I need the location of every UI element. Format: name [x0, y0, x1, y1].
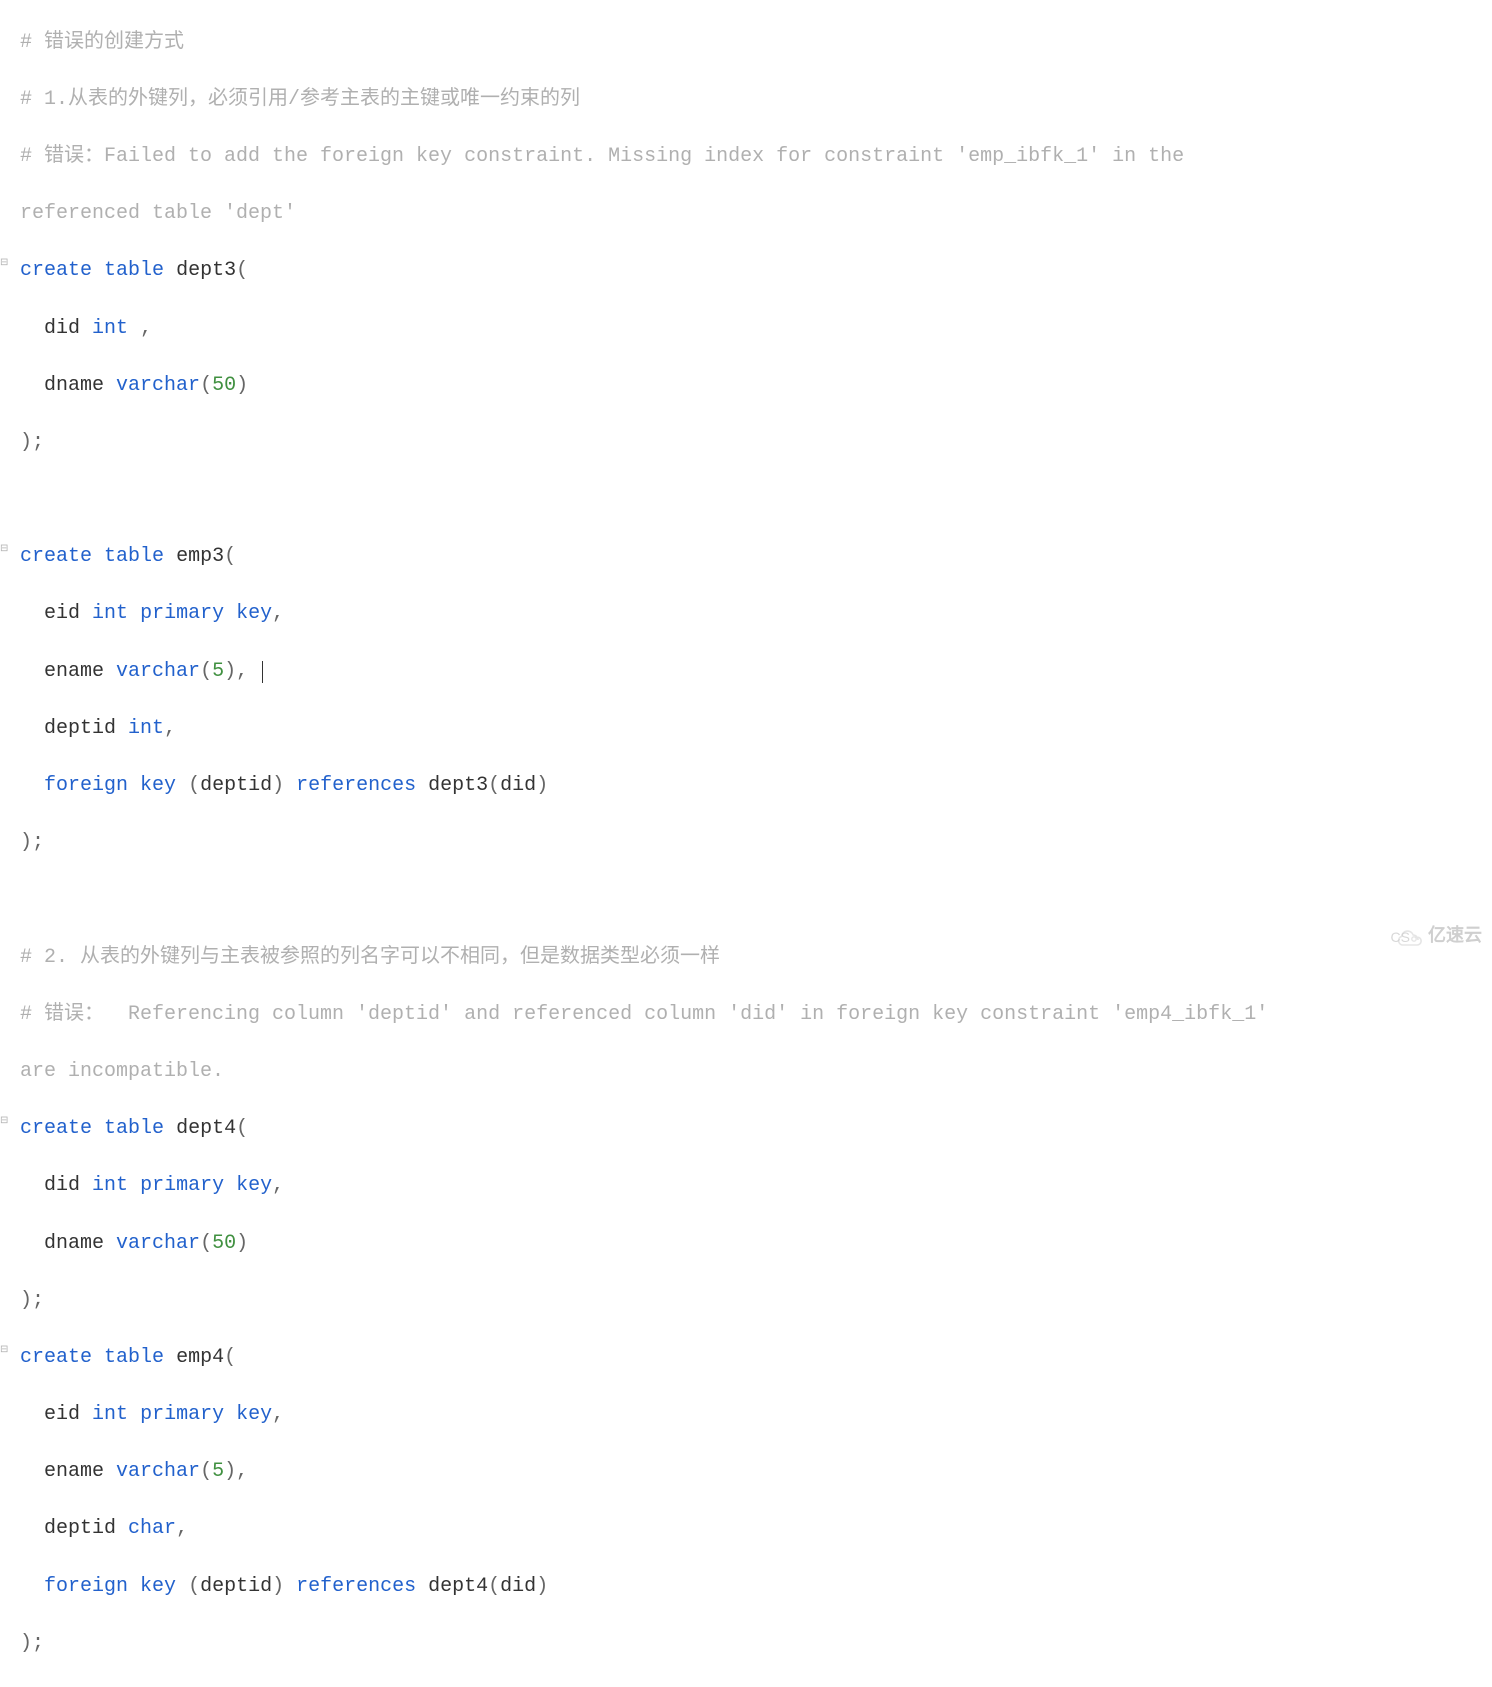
code-line: ); — [8, 829, 1492, 858]
cloud-icon — [1396, 926, 1424, 946]
type: int — [92, 1174, 128, 1197]
comment-text: # 2. 从表的外键列与主表被参照的列名字可以不相同，但是数据类型必须一样 — [8, 946, 720, 969]
code-line: # 错误： Referencing column 'deptid' and re… — [8, 1001, 1492, 1030]
comment-text: # 1.从表的外键列，必须引用/参考主表的主键或唯一约束的列 — [8, 88, 580, 111]
keyword: foreign — [44, 774, 128, 797]
keyword: create — [20, 1117, 92, 1140]
keyword: primary — [140, 1403, 224, 1426]
type: varchar — [116, 660, 200, 683]
type: varchar — [116, 1460, 200, 1483]
identifier: emp4 — [176, 1346, 224, 1369]
identifier: dept4 — [176, 1117, 236, 1140]
keyword: table — [104, 545, 164, 568]
code-line: ); — [8, 1287, 1492, 1316]
fold-marker-icon[interactable]: ⊟ — [0, 1115, 8, 1129]
code-line: ⊟ create table emp3( — [8, 543, 1492, 572]
punct: , — [128, 317, 152, 340]
keyword: primary — [140, 602, 224, 625]
identifier: ename — [44, 1460, 104, 1483]
code-line: are incompatible. — [8, 1058, 1492, 1087]
keyword: primary — [140, 1174, 224, 1197]
brand-watermark: 亿速云 — [1396, 923, 1482, 949]
keyword: table — [104, 1117, 164, 1140]
keyword: key — [140, 774, 176, 797]
comment-text: # 错误的创建方式 — [8, 31, 184, 54]
code-line: ⊟ create table emp4( — [8, 1344, 1492, 1373]
type: varchar — [116, 1232, 200, 1255]
code-line: ); — [8, 1630, 1492, 1659]
keyword: key — [236, 1403, 272, 1426]
comment-text: # 错误：Failed to add the foreign key const… — [8, 145, 1196, 168]
identifier: deptid — [44, 717, 116, 740]
code-line: foreign key (deptid) references dept4(di… — [8, 1573, 1492, 1602]
code-line: deptid int, — [8, 715, 1492, 744]
code-line: deptid char, — [8, 1515, 1492, 1544]
keyword: create — [20, 1346, 92, 1369]
text-cursor — [262, 661, 263, 683]
identifier: deptid — [44, 1517, 116, 1540]
punct: ( — [236, 259, 248, 282]
code-line: # 2. 从表的外键列与主表被参照的列名字可以不相同，但是数据类型必须一样 — [8, 944, 1492, 973]
code-line: ename varchar(5), — [8, 1458, 1492, 1487]
code-line: dname varchar(50) — [8, 1230, 1492, 1259]
number: 5 — [212, 1460, 224, 1483]
keyword: foreign — [44, 1575, 128, 1598]
keyword: table — [104, 259, 164, 282]
type: int — [92, 602, 128, 625]
type: char — [128, 1517, 176, 1540]
type: int — [92, 317, 128, 340]
fold-marker-icon[interactable]: ⊟ — [0, 257, 8, 271]
code-line: foreign key (deptid) references dept3(di… — [8, 772, 1492, 801]
type: int — [92, 1403, 128, 1426]
identifier: dname — [44, 1232, 104, 1255]
keyword: key — [236, 1174, 272, 1197]
code-line: dname varchar(50) — [8, 372, 1492, 401]
number: 5 — [212, 660, 224, 683]
brand-watermark-text: 亿速云 — [1428, 923, 1482, 949]
keyword: create — [20, 545, 92, 568]
code-line: ⊟ create table dept4( — [8, 1115, 1492, 1144]
keyword: references — [296, 774, 416, 797]
code-line: did int primary key, — [8, 1172, 1492, 1201]
keyword: table — [104, 1346, 164, 1369]
keyword: key — [140, 1575, 176, 1598]
identifier: dept3 — [176, 259, 236, 282]
code-line: eid int primary key, — [8, 1401, 1492, 1430]
identifier: eid — [44, 1403, 80, 1426]
code-editor[interactable]: # 错误的创建方式 # 1.从表的外键列，必须引用/参考主表的主键或唯一约束的列… — [0, 0, 1492, 1687]
identifier: eid — [44, 602, 80, 625]
type: varchar — [116, 374, 200, 397]
code-line: ename varchar(5), — [8, 658, 1492, 687]
code-line: did int , — [8, 315, 1492, 344]
code-line — [8, 486, 1492, 515]
code-line: # 1.从表的外键列，必须引用/参考主表的主键或唯一约束的列 — [8, 86, 1492, 115]
code-line: eid int primary key, — [8, 600, 1492, 629]
fold-marker-icon[interactable]: ⊟ — [0, 1344, 8, 1358]
identifier: dname — [44, 374, 104, 397]
comment-text: are incompatible. — [8, 1060, 224, 1083]
number: 50 — [212, 374, 236, 397]
code-line — [8, 886, 1492, 915]
comment-text: # 错误： Referencing column 'deptid' and re… — [8, 1003, 1280, 1026]
keyword: key — [236, 602, 272, 625]
code-line: referenced table 'dept' — [8, 200, 1492, 229]
identifier: emp3 — [176, 545, 224, 568]
code-line: ); — [8, 429, 1492, 458]
code-line: # 错误：Failed to add the foreign key const… — [8, 143, 1492, 172]
punct: ); — [8, 431, 44, 454]
fold-marker-icon[interactable]: ⊟ — [0, 543, 8, 557]
comment-text: referenced table 'dept' — [8, 202, 296, 225]
keyword: references — [296, 1575, 416, 1598]
identifier: did — [44, 1174, 80, 1197]
type: int — [128, 717, 164, 740]
number: 50 — [212, 1232, 236, 1255]
identifier: ename — [44, 660, 104, 683]
code-line: ⊟ create table dept3( — [8, 257, 1492, 286]
identifier: did — [44, 317, 80, 340]
keyword: create — [20, 259, 92, 282]
code-line: # 错误的创建方式 — [8, 29, 1492, 58]
